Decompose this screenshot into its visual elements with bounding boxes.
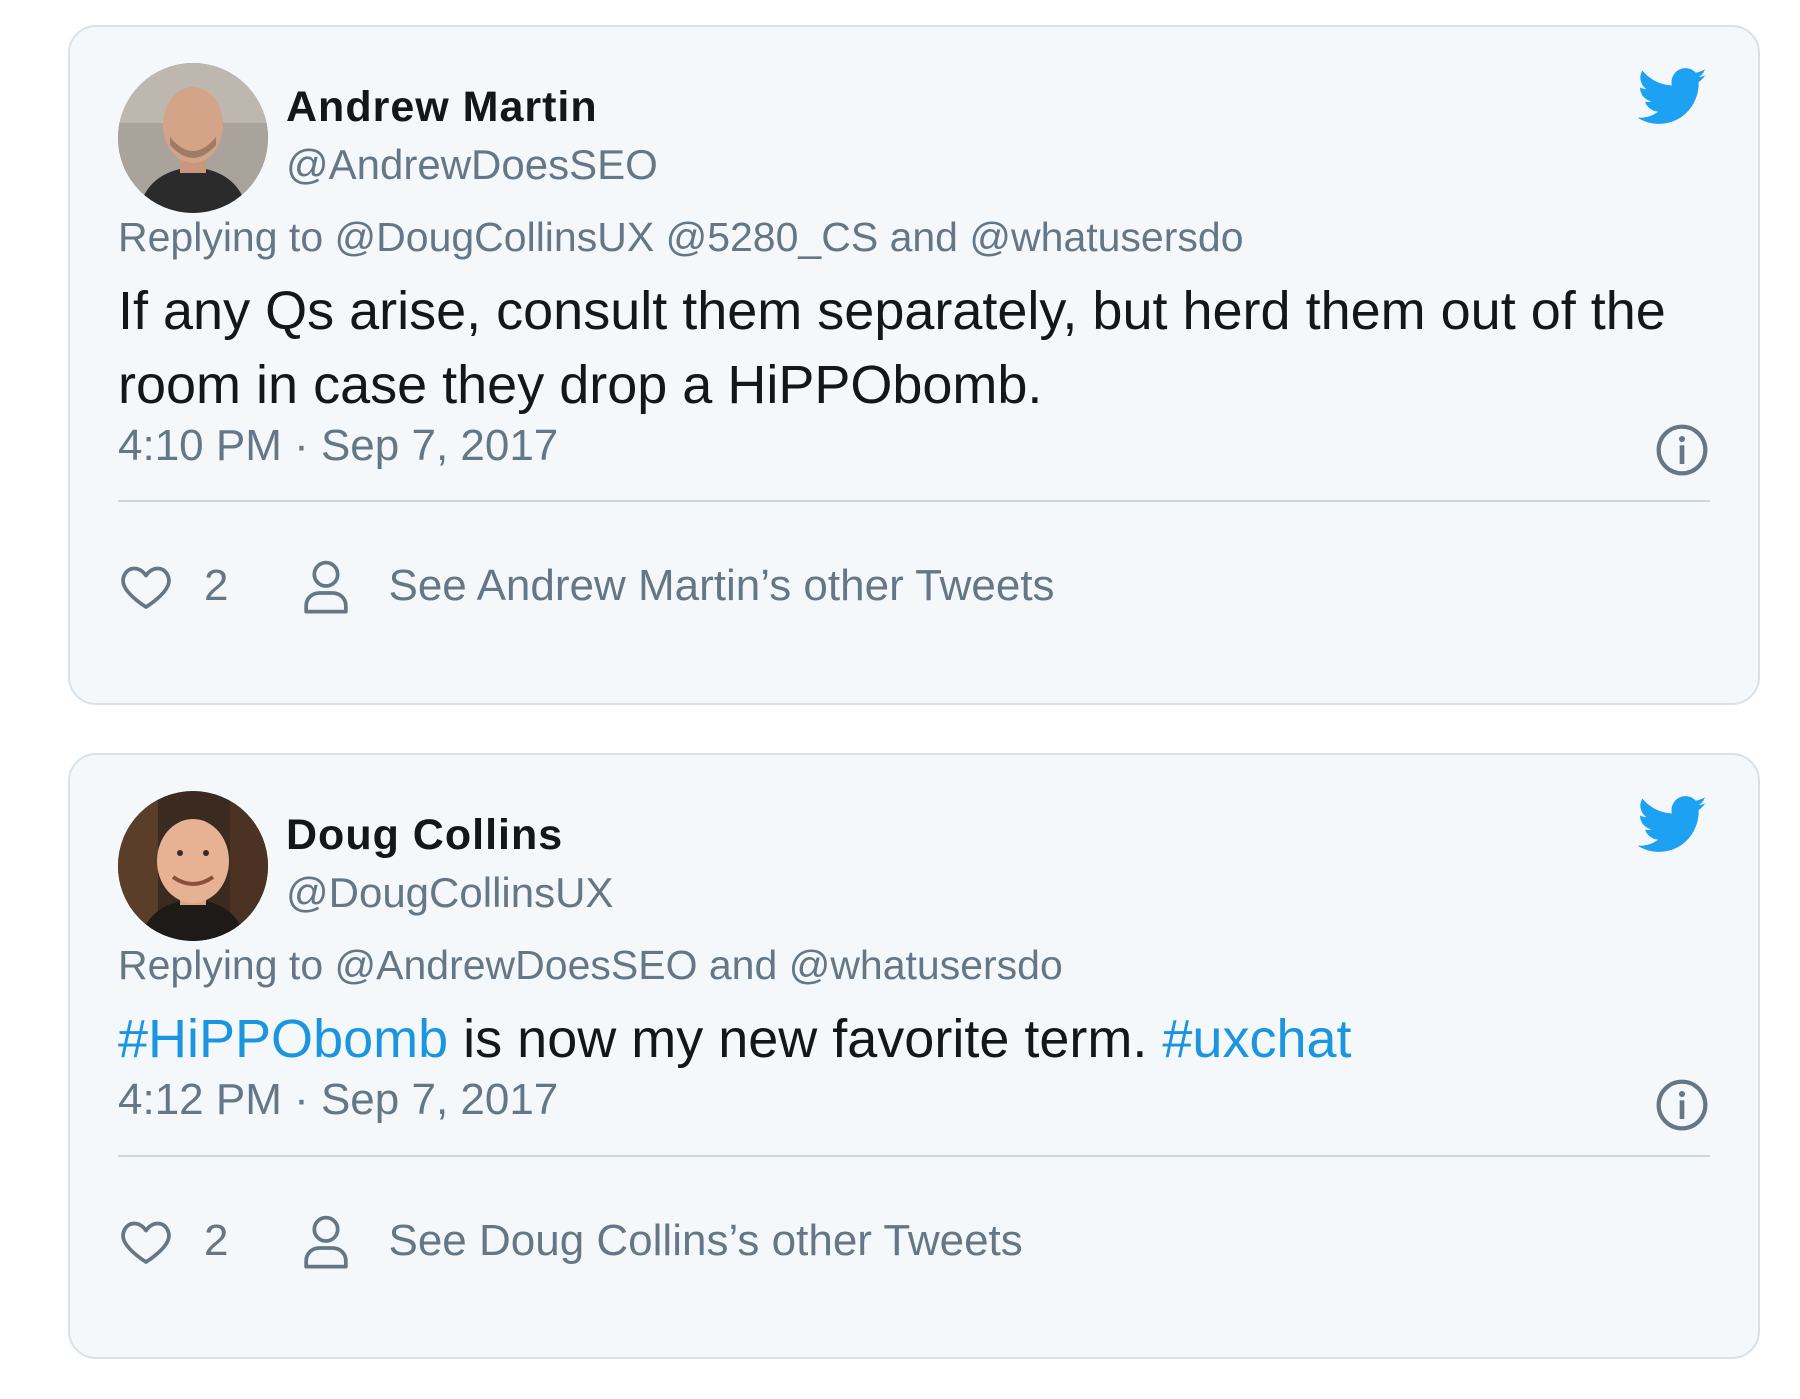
tweet-text-segment: is now my new favorite term. (448, 1009, 1163, 1069)
hashtag-link[interactable]: #uxchat (1162, 1009, 1351, 1069)
author-handle[interactable]: @AndrewDoesSEO (286, 141, 658, 189)
see-other-tweets-link[interactable]: See Andrew Martin’s other Tweets (302, 558, 1055, 614)
info-circle-icon[interactable] (1654, 1077, 1710, 1133)
tweet-text: If any Qs arise, consult them separately… (118, 281, 1666, 415)
author-handle[interactable]: @DougCollinsUX (286, 869, 613, 917)
info-circle-icon[interactable] (1654, 422, 1710, 478)
author-name[interactable]: Doug Collins (286, 811, 563, 860)
replying-prefix: Replying to (118, 214, 324, 260)
replying-to: Replying to @AndrewDoesSEO and @whatuser… (118, 942, 1063, 989)
person-outline-icon (304, 560, 349, 614)
mention-link[interactable]: @5280_CS (666, 214, 879, 260)
author-name[interactable]: Andrew Martin (286, 83, 598, 132)
like-button[interactable]: 2 (118, 1213, 228, 1269)
replying-and: and (889, 214, 958, 260)
tweet-actions: 2 See Doug Collins’s other Tweets (118, 1211, 1710, 1271)
divider (118, 1155, 1710, 1157)
tweet-card[interactable]: Andrew Martin @AndrewDoesSEO Replying to… (68, 25, 1760, 705)
see-other-tweets-label: See Doug Collins’s other Tweets (388, 1216, 1023, 1265)
see-other-tweets-label: See Andrew Martin’s other Tweets (388, 561, 1055, 610)
avatar[interactable] (118, 63, 268, 213)
mention-link[interactable]: @AndrewDoesSEO (335, 942, 698, 988)
avatar[interactable] (118, 791, 268, 941)
like-button[interactable]: 2 (118, 558, 228, 614)
mention-link[interactable]: @whatusersdo (969, 214, 1243, 260)
twitter-bird-icon[interactable] (1638, 795, 1708, 855)
divider (118, 500, 1710, 502)
replying-and: and (708, 942, 778, 988)
mention-link[interactable]: @whatusersdo (789, 942, 1063, 988)
person-outline-icon (304, 1215, 349, 1269)
like-count: 2 (204, 561, 229, 610)
tweet-timestamp[interactable]: 4:10 PM · Sep 7, 2017 (118, 421, 558, 471)
like-count: 2 (204, 1216, 229, 1265)
mention-link[interactable]: @DougCollinsUX (335, 214, 655, 260)
see-other-tweets-link[interactable]: See Doug Collins’s other Tweets (302, 1213, 1023, 1269)
hashtag-link[interactable]: #HiPPObomb (118, 1009, 448, 1069)
tweet-timestamp[interactable]: 4:12 PM · Sep 7, 2017 (118, 1075, 558, 1125)
twitter-bird-icon[interactable] (1638, 67, 1708, 127)
replying-prefix: Replying to (118, 942, 324, 988)
tweet-actions: 2 See Andrew Martin’s other Tweets (118, 556, 1710, 616)
heart-outline-icon (121, 566, 171, 609)
heart-outline-icon (121, 1221, 171, 1264)
tweet-text: #HiPPObomb is now my new favorite term. … (118, 1002, 1710, 1076)
tweet-card[interactable]: Doug Collins @DougCollinsUX Replying to … (68, 753, 1760, 1359)
replying-to: Replying to @DougCollinsUX @5280_CS and … (118, 214, 1244, 261)
